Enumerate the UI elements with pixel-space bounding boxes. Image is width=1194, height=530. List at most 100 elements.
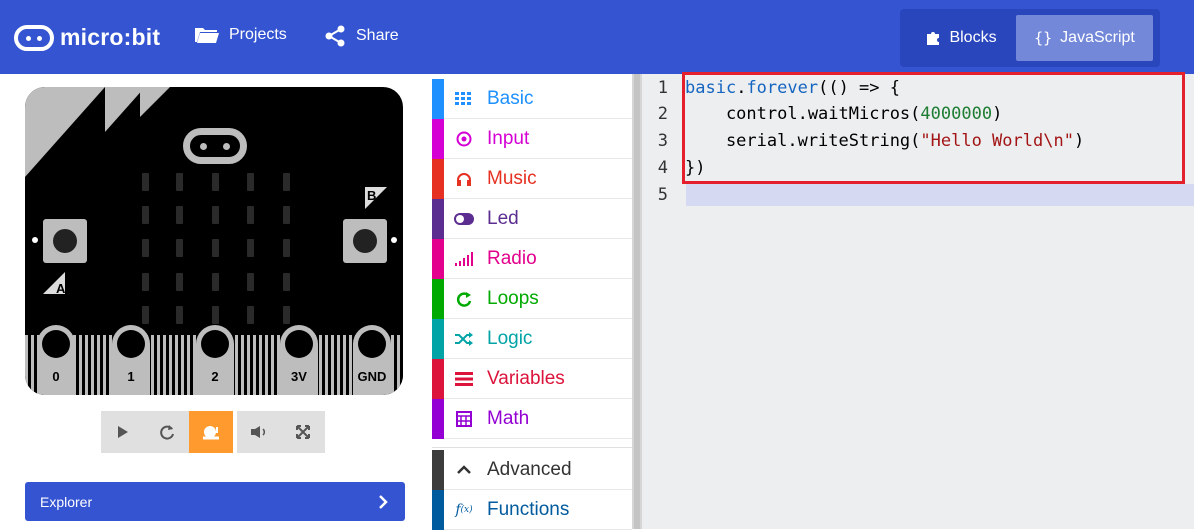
calculator-icon: [454, 410, 474, 428]
board-edge-notch: [105, 87, 145, 132]
chevron-right-icon: [379, 494, 388, 509]
function-icon: f (x): [455, 502, 473, 518]
led-pixel: [212, 239, 219, 257]
pin-gnd[interactable]: [353, 325, 391, 395]
line-number: 5: [657, 185, 668, 205]
category-color-bar: [432, 450, 444, 490]
pin-1[interactable]: [112, 325, 150, 395]
button-a-dot: [32, 237, 38, 243]
category-music[interactable]: Music: [432, 159, 632, 199]
category-basic[interactable]: Basic: [432, 79, 632, 119]
led-pixel: [176, 173, 183, 191]
simulator-controls: [101, 411, 325, 453]
category-functions[interactable]: f (x) Functions: [432, 490, 632, 530]
led-pixel: [212, 206, 219, 224]
toolbox-divider: [432, 440, 632, 448]
led-pixel: [142, 273, 149, 291]
microbit-logo[interactable]: micro:bit: [14, 24, 160, 51]
signal-icon: [454, 250, 474, 268]
category-label: Radio: [487, 247, 537, 269]
restart-button[interactable]: [145, 411, 189, 453]
pin-3v-label: 3V: [291, 369, 307, 384]
category-label: Basic: [487, 87, 534, 109]
category-logic[interactable]: Logic: [432, 319, 632, 359]
category-color-bar: [432, 199, 444, 239]
category-loops[interactable]: Loops: [432, 279, 632, 319]
chevron-up-icon: [454, 461, 474, 479]
puzzle-icon: [927, 32, 940, 45]
target-icon: [454, 130, 474, 148]
editor-mode-toggle: Blocks {} JavaScript: [900, 9, 1160, 67]
led-pixel: [247, 206, 254, 224]
category-radio[interactable]: Radio: [432, 239, 632, 279]
board-corner: [25, 87, 105, 177]
explorer-label: Explorer: [40, 493, 93, 510]
line-number: 3: [657, 131, 668, 151]
toolbox: Basic Input Music Led Radio Loops Logic …: [432, 74, 632, 530]
speaker-icon: [251, 426, 266, 438]
fullscreen-button[interactable]: [281, 411, 325, 453]
projects-label: Projects: [229, 26, 287, 43]
led-pixel: [247, 239, 254, 257]
slow-mo-button[interactable]: [189, 411, 233, 453]
code-highlight-box: [682, 72, 1185, 184]
share-label: Share: [356, 27, 399, 44]
share-button[interactable]: Share: [325, 25, 399, 47]
category-variables[interactable]: Variables: [432, 359, 632, 399]
simulator-panel: A B 0 1 2 3V GND Explorer: [0, 74, 432, 529]
braces-icon: {}: [1034, 29, 1053, 47]
led-pixel: [283, 173, 290, 191]
led-pixel: [176, 206, 183, 224]
led-pixel: [142, 206, 149, 224]
category-input[interactable]: Input: [432, 119, 632, 159]
category-led[interactable]: Led: [432, 199, 632, 239]
led-pixel: [247, 273, 254, 291]
category-label: Led: [487, 207, 519, 229]
category-label: Logic: [487, 327, 533, 349]
button-b-dot: [391, 237, 397, 243]
top-bar: micro:bit Projects Share Blocks {} JavaS…: [0, 0, 1194, 74]
pin-2[interactable]: [196, 325, 234, 395]
button-a-label: A: [56, 281, 66, 296]
category-math[interactable]: Math: [432, 399, 632, 439]
category-label: Advanced: [487, 458, 572, 480]
line-number: 2: [657, 104, 668, 124]
category-color-bar: [432, 490, 444, 530]
explorer-bar[interactable]: Explorer: [25, 482, 405, 521]
led-pixel: [283, 239, 290, 257]
led-pixel: [142, 173, 149, 191]
category-label: Variables: [487, 367, 565, 389]
snail-icon: [203, 426, 219, 440]
fullscreen-icon: [296, 425, 310, 439]
led-pixel: [176, 273, 183, 291]
play-button[interactable]: [101, 411, 145, 453]
projects-button[interactable]: Projects: [194, 25, 287, 45]
blocks-label: Blocks: [949, 29, 997, 46]
mute-button[interactable]: [237, 411, 281, 453]
toolbox-scrollbar[interactable]: [632, 74, 642, 529]
pin-3v[interactable]: [280, 325, 318, 395]
pin-0[interactable]: [37, 325, 75, 395]
led-pixel: [142, 306, 149, 324]
button-b[interactable]: [343, 219, 387, 263]
category-label: Math: [487, 407, 530, 429]
shuffle-icon: [454, 330, 474, 348]
led-pixel: [212, 306, 219, 324]
led-pixel: [247, 306, 254, 324]
category-color-bar: [432, 239, 444, 279]
headphones-icon: [454, 170, 474, 188]
category-color-bar: [432, 359, 444, 399]
led-pixel: [283, 206, 290, 224]
led-pixel: [283, 273, 290, 291]
pin-0-label: 0: [52, 369, 60, 384]
category-advanced[interactable]: Advanced: [432, 450, 632, 490]
category-color-bar: [432, 159, 444, 199]
category-color-bar: [432, 399, 444, 439]
blocks-tab[interactable]: Blocks: [908, 15, 1016, 61]
led-pixel: [212, 173, 219, 191]
category-color-bar: [432, 319, 444, 359]
button-a[interactable]: [43, 219, 87, 263]
code-editor[interactable]: 1 2 3 4 5 basic.forever(() => { control.…: [642, 72, 1194, 529]
javascript-tab[interactable]: {} JavaScript: [1016, 15, 1153, 61]
grid-icon: [454, 90, 474, 108]
